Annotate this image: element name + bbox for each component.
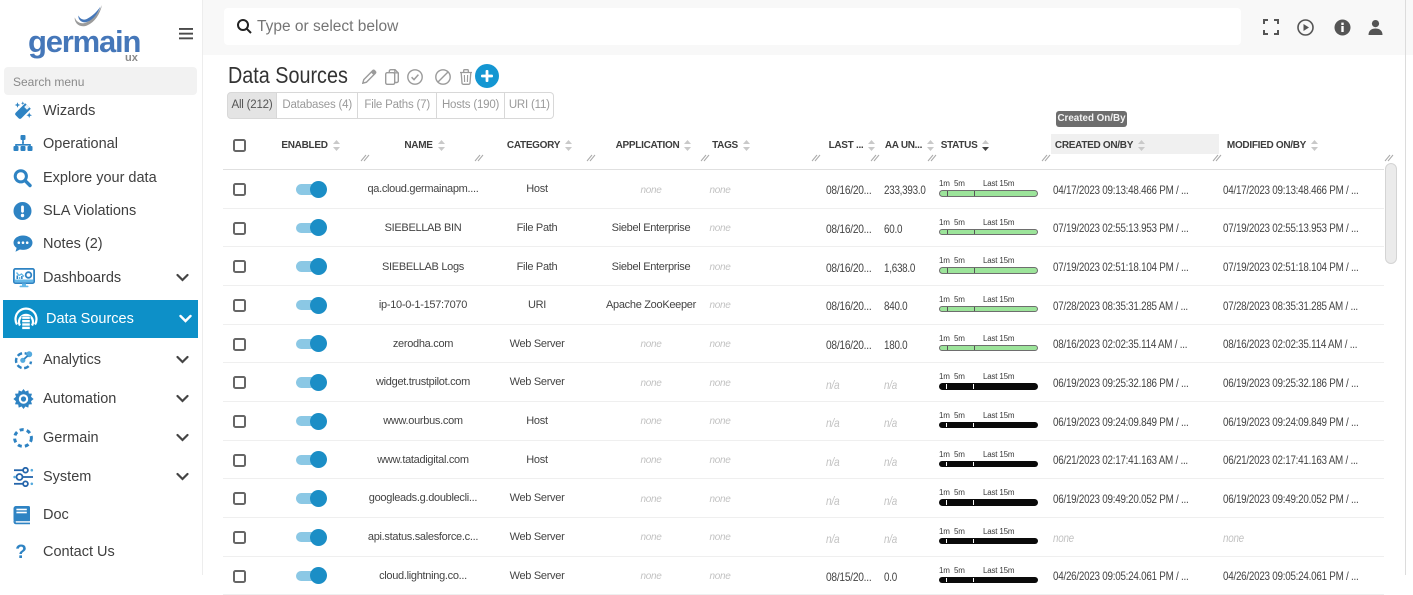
svg-text:?: ? xyxy=(15,542,27,562)
